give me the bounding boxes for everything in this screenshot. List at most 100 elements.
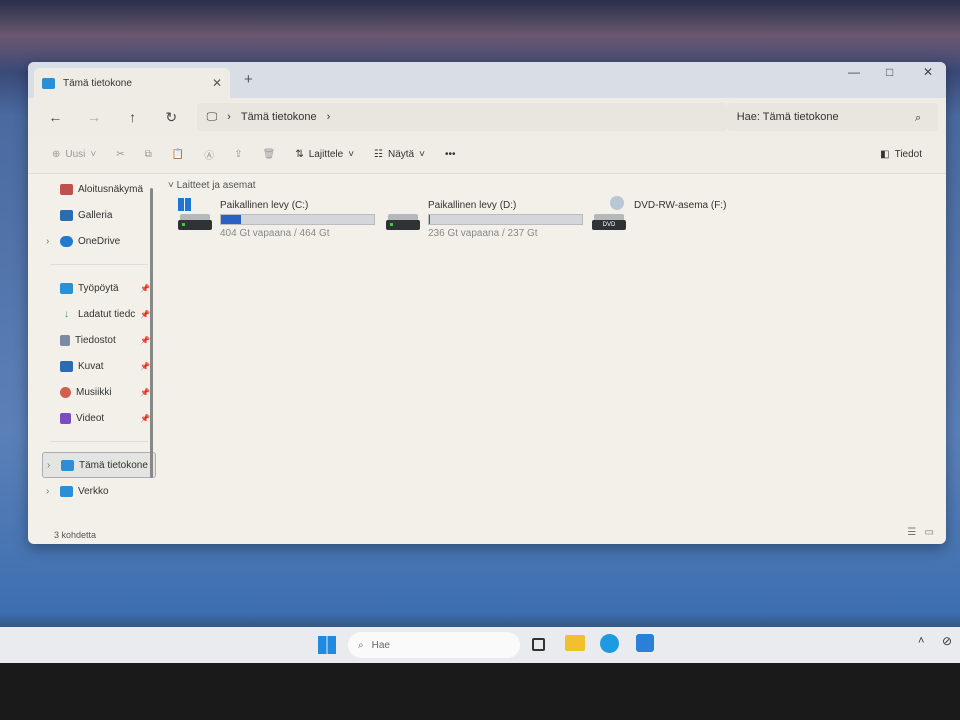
drive-free-space: 404 Gt vapaana / 464 Gt [220, 228, 330, 239]
close-tab-button[interactable]: ✕ [212, 76, 222, 90]
music-icon [60, 386, 71, 398]
chevron-right-icon[interactable]: › [327, 111, 331, 123]
disc-icon [610, 196, 624, 210]
edge-icon[interactable] [600, 634, 619, 653]
view-label: Näytä [388, 149, 415, 160]
refresh-button[interactable]: ↻ [152, 109, 191, 126]
share-icon[interactable]: ⇪ [224, 149, 252, 160]
computer-icon [61, 459, 74, 471]
plus-circle-icon: ⊕ [52, 149, 61, 160]
sidebar-item-videos[interactable]: Videot 📌 [42, 405, 156, 431]
sidebar-item-label: Aloitusnäkymä [78, 183, 144, 195]
tab-title: Tämä tietokone [63, 77, 132, 89]
pin-icon: 📌 [140, 335, 150, 345]
sidebar-item-label: Kuvat [78, 360, 104, 372]
sidebar-item-music[interactable]: Musiikki 📌 [42, 379, 156, 405]
sidebar-item-label: Verkko [78, 485, 109, 497]
divider [50, 441, 148, 442]
home-icon [60, 183, 73, 195]
group-header-devices[interactable]: ˅ Laitteet ja asemat [168, 180, 946, 191]
more-button[interactable]: ••• [435, 149, 466, 160]
pictures-icon [60, 360, 73, 372]
drive-f[interactable]: DVD DVD-RW-asema (F:) [592, 196, 727, 230]
breadcrumb[interactable]: Tämä tietokone [241, 111, 317, 123]
task-view-icon[interactable] [532, 638, 545, 651]
file-explorer-taskbar-icon[interactable] [565, 635, 585, 651]
sidebar-item-label: Työpöytä [78, 282, 119, 294]
cut-icon[interactable]: ✂ [106, 149, 134, 160]
sidebar-item-label: Galleria [78, 209, 113, 221]
forward-button[interactable]: → [75, 109, 114, 125]
sidebar-item-onedrive[interactable]: › OneDrive [42, 228, 156, 254]
minimize-button[interactable]: — [848, 65, 860, 79]
content-area: ˅ Laitteet ja asemat Paikallinen levy (C… [166, 180, 946, 526]
desktop-icon [60, 282, 73, 294]
details-label: Tiedot [894, 149, 922, 160]
up-button[interactable]: ↑ [113, 109, 152, 125]
delete-icon[interactable]: 🗑 [253, 149, 286, 160]
tiles-view-icon[interactable]: ▭ [925, 527, 934, 538]
chevron-right-icon[interactable]: › [46, 486, 49, 497]
drive-usage-bar [220, 214, 375, 225]
search-input[interactable]: Hae: Tämä tietokone ⌕ [726, 103, 938, 131]
sidebar-item-desktop[interactable]: Työpöytä 📌 [42, 275, 156, 301]
sidebar-scrollbar[interactable] [150, 188, 153, 478]
computer-icon: 🖵 [206, 110, 218, 123]
pin-icon: 📌 [140, 413, 150, 423]
address-bar[interactable]: 🖵 › Tämä tietokone › [196, 103, 727, 131]
start-button[interactable] [318, 636, 336, 654]
maximize-button[interactable]: □ [886, 65, 893, 79]
chevron-right-icon[interactable]: › [47, 460, 50, 471]
sidebar-item-this-pc[interactable]: › Tämä tietokone [42, 452, 156, 478]
rename-icon[interactable]: Ⓐ [194, 147, 224, 162]
chevron-up-icon[interactable]: ˄ [918, 635, 924, 647]
details-button[interactable]: ◧ Tiedot [870, 149, 932, 160]
drive-icon [178, 198, 212, 230]
computer-icon [42, 77, 55, 89]
sidebar-item-gallery[interactable]: Galleria [42, 202, 156, 228]
new-tab-button[interactable]: + [244, 71, 253, 88]
sort-button[interactable]: ⇅ Lajittele ˅ [285, 149, 364, 160]
sidebar-item-label: Musiikki [76, 386, 112, 398]
network-icon [60, 485, 73, 497]
search-placeholder: Hae: Tämä tietokone [736, 111, 839, 123]
network-disconnected-icon[interactable]: ⊘ [942, 634, 952, 648]
drive-name: Paikallinen levy (C:) [220, 200, 309, 211]
details-pane-icon: ◧ [880, 149, 890, 160]
drive-free-space: 236 Gt vapaana / 237 Gt [428, 228, 538, 239]
drive-c[interactable]: Paikallinen levy (C:) 404 Gt vapaana / 46… [178, 198, 375, 239]
file-explorer-window: Tämä tietokone ✕ + — □ ✕ ← → ↑ ↻ 🖵 › Tämä… [28, 62, 946, 544]
pin-icon: 📌 [140, 361, 150, 371]
store-icon[interactable] [636, 634, 654, 652]
sidebar-item-network[interactable]: › Verkko [42, 478, 156, 504]
paste-icon[interactable]: 📋 [162, 149, 194, 160]
taskbar-search[interactable]: ⌕ Hae [348, 632, 520, 658]
sidebar-item-documents[interactable]: Tiedostot 📌 [42, 327, 156, 353]
videos-icon [60, 412, 71, 424]
details-view-icon[interactable]: ☰ [907, 527, 916, 538]
sidebar-item-pictures[interactable]: Kuvat 📌 [42, 353, 156, 379]
sidebar-item-label: Videot [76, 412, 105, 424]
copy-icon[interactable]: ⧉ [135, 149, 162, 160]
sidebar-item-downloads[interactable]: ↓ Ladatut tiedc 📌 [42, 301, 156, 327]
pin-icon: 📌 [140, 387, 150, 397]
close-button[interactable]: ✕ [923, 65, 933, 79]
back-button[interactable]: ← [36, 109, 75, 125]
sidebar-item-label: OneDrive [78, 235, 121, 247]
view-button[interactable]: ☷ Näytä ˅ [364, 149, 435, 160]
drive-d[interactable]: Paikallinen levy (D:) 236 Gt vapaana / 23… [386, 200, 583, 239]
view-toggle[interactable]: ☰ ▭ [907, 527, 934, 538]
address-row: ← → ↑ ↻ 🖵 › Tämä tietokone › Hae: Tämä tie… [28, 98, 946, 136]
sidebar-item-label: Ladatut tiedc [78, 308, 136, 320]
chevron-right-icon[interactable]: › [46, 236, 49, 247]
new-button[interactable]: ⊕ Uusi ˅ [42, 149, 106, 160]
drive-name: DVD-RW-asema (F:) [634, 200, 727, 211]
sidebar-item-home[interactable]: Aloitusnäkymä [42, 176, 156, 202]
sidebar-item-label: Tiedostot [75, 334, 116, 346]
group-label: Laitteet ja asemat [176, 180, 256, 191]
cloud-icon [60, 235, 73, 247]
sort-label: Lajittele [308, 149, 344, 160]
chevron-right-icon: › [227, 111, 231, 123]
tab-this-pc[interactable]: Tämä tietokone ✕ [34, 68, 230, 98]
divider [50, 264, 148, 265]
